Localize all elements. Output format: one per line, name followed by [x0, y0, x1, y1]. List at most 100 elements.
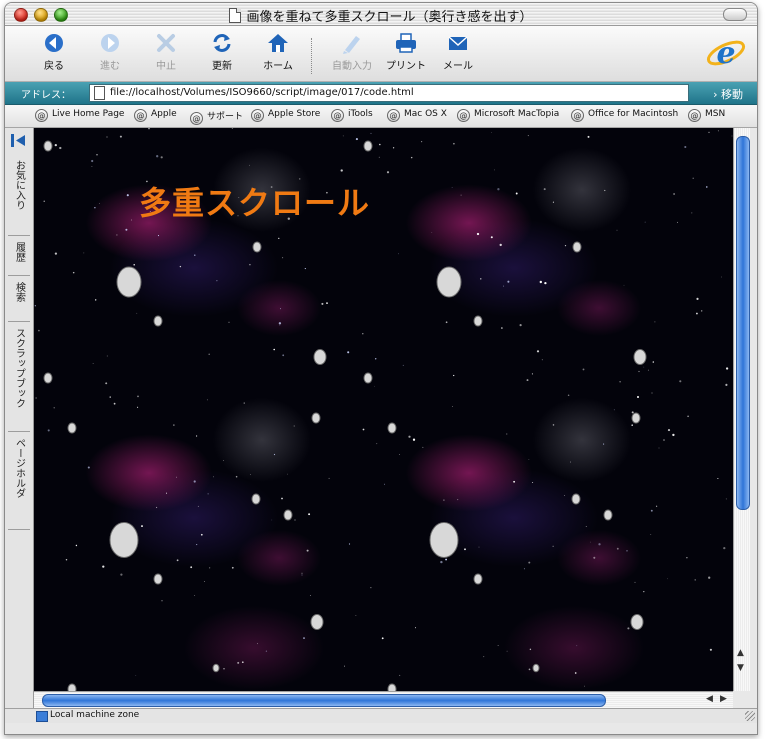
print-button[interactable]: プリント — [377, 30, 435, 76]
window-title-area: 画像を重ねて多重スクロール（奥行き感を出す） — [5, 6, 757, 25]
favorite-link-icon: @ — [251, 109, 264, 122]
asteroid — [311, 412, 321, 424]
back-button[interactable]: 戻る — [29, 30, 79, 76]
browser-window: 画像を重ねて多重スクロール（奥行き感を出す） 戻る 進む 中止 更新 ホーム 自… — [4, 2, 758, 735]
scroll-up-arrow-icon[interactable]: ▲ — [737, 648, 744, 658]
mail-label: メール — [443, 61, 473, 72]
horizontal-scroll-thumb[interactable] — [42, 694, 606, 707]
go-arrow-icon: › — [713, 88, 721, 101]
favorite-office-for-macintosh[interactable]: @ Office for Macintosh — [571, 109, 678, 122]
favorite-itools[interactable]: @ iTools — [331, 109, 373, 122]
favorite-label: MSN — [705, 109, 726, 119]
vertical-scrollbar[interactable]: ▲ ▼ — [733, 128, 750, 691]
go-label: 移動 — [721, 88, 743, 101]
toolbar-toggle-button[interactable] — [723, 8, 747, 21]
asteroid — [363, 140, 373, 152]
address-field[interactable]: file://localhost/Volumes/ISO9660/script/… — [89, 84, 689, 102]
asteroid — [43, 372, 53, 384]
forward-label: 進む — [100, 61, 120, 72]
asteroid — [436, 266, 462, 298]
asteroid — [153, 315, 163, 327]
favorite-msn[interactable]: @ MSN — [688, 109, 725, 122]
asteroid — [109, 522, 139, 558]
scroll-right-arrow-icon[interactable]: ▶ — [720, 694, 727, 704]
home-icon — [268, 34, 288, 52]
address-url[interactable]: file://localhost/Volumes/ISO9660/script/… — [110, 87, 414, 98]
asteroid — [313, 349, 327, 365]
back-arrow-icon — [45, 34, 63, 52]
page-viewport: 多重スクロール — [34, 128, 733, 691]
tab-page-holder[interactable]: ページホルダ — [8, 432, 30, 530]
favorite-apple[interactable]: @ Apple — [134, 109, 177, 122]
horizontal-scrollbar[interactable]: ◀ ▶ — [34, 691, 733, 708]
favorite-link-icon: @ — [190, 112, 203, 125]
refresh-icon — [213, 34, 231, 52]
favorite-label: iTools — [348, 109, 373, 119]
favorite-label: Apple — [151, 109, 177, 119]
favorites-bar: @ Live Home Page @ Apple @ サポート @ Apple Stor… — [5, 105, 757, 128]
favorite-label: Office for Macintosh — [588, 109, 679, 119]
favorite-mac-os-x[interactable]: @ Mac OS X — [387, 109, 447, 122]
asteroid — [387, 422, 397, 434]
asteroid — [603, 509, 613, 521]
go-button[interactable]: › 移動 — [713, 86, 743, 102]
favorite-support[interactable]: @ サポート — [190, 109, 243, 125]
tab-search[interactable]: 検索 — [8, 276, 30, 322]
ie-logo-icon: e — [706, 36, 746, 71]
asteroid — [153, 573, 163, 585]
forward-arrow-icon — [101, 34, 119, 52]
asteroid — [633, 349, 647, 365]
asteroid — [363, 372, 373, 384]
autofill-label: 自動入力 — [332, 61, 372, 72]
favorite-link-icon: @ — [387, 109, 400, 122]
favorite-label: サポート — [207, 112, 244, 122]
home-button[interactable]: ホーム — [253, 30, 303, 76]
stop-button[interactable]: 中止 — [141, 30, 191, 76]
print-icon — [396, 33, 416, 53]
asteroid — [571, 493, 581, 505]
stop-label: 中止 — [156, 61, 176, 72]
favorite-microsoft-mactopia[interactable]: @ Microsoft MacTopia — [457, 109, 559, 122]
asteroid — [473, 573, 483, 585]
zone-icon — [36, 711, 48, 722]
favorite-apple-store[interactable]: @ Apple Store — [251, 109, 320, 122]
status-bar: Local machine zone — [5, 708, 757, 723]
security-zone-label: Local machine zone — [50, 710, 140, 720]
explorer-toggle-icon[interactable] — [11, 134, 27, 147]
scroll-down-arrow-icon[interactable]: ▼ — [737, 663, 744, 673]
resize-grip[interactable] — [745, 711, 755, 721]
autofill-button[interactable]: 自動入力 — [323, 30, 381, 76]
favorite-link-icon: @ — [35, 109, 48, 122]
title-bar[interactable]: 画像を重ねて多重スクロール（奥行き感を出す） — [5, 3, 757, 26]
favorite-link-icon: @ — [688, 109, 701, 122]
asteroid — [67, 683, 77, 691]
asteroid — [429, 522, 459, 558]
tab-scrapbook[interactable]: スクラップブック — [8, 322, 30, 432]
address-label: アドレス： — [21, 90, 71, 101]
asteroid — [43, 140, 53, 152]
asteroid — [212, 663, 220, 673]
scroll-left-arrow-icon[interactable]: ◀ — [706, 694, 713, 704]
forward-button[interactable]: 進む — [85, 30, 135, 76]
window-title: 画像を重ねて多重スクロール（奥行き感を出す） — [246, 10, 533, 25]
asteroid — [310, 614, 324, 630]
vertical-scroll-thumb[interactable] — [736, 136, 750, 510]
asteroid — [572, 241, 582, 253]
tab-favorites[interactable]: お気に入り — [8, 154, 30, 236]
mail-icon — [448, 36, 468, 50]
asteroid — [630, 614, 644, 630]
favorite-live-home-page[interactable]: @ Live Home Page — [35, 109, 124, 122]
favorite-link-icon: @ — [134, 109, 147, 122]
address-bar: アドレス： file://localhost/Volumes/ISO9660/s… — [5, 82, 757, 105]
asteroid — [251, 493, 261, 505]
favorite-link-icon: @ — [331, 109, 344, 122]
favorite-label: Live Home Page — [52, 109, 125, 119]
favorite-link-icon: @ — [571, 109, 584, 122]
mail-button[interactable]: メール — [433, 30, 483, 76]
asteroid — [387, 683, 397, 691]
asteroid — [67, 422, 77, 434]
tab-history[interactable]: 履歴 — [8, 236, 30, 276]
autofill-icon — [343, 36, 360, 54]
refresh-button[interactable]: 更新 — [197, 30, 247, 76]
print-label: プリント — [386, 61, 426, 72]
